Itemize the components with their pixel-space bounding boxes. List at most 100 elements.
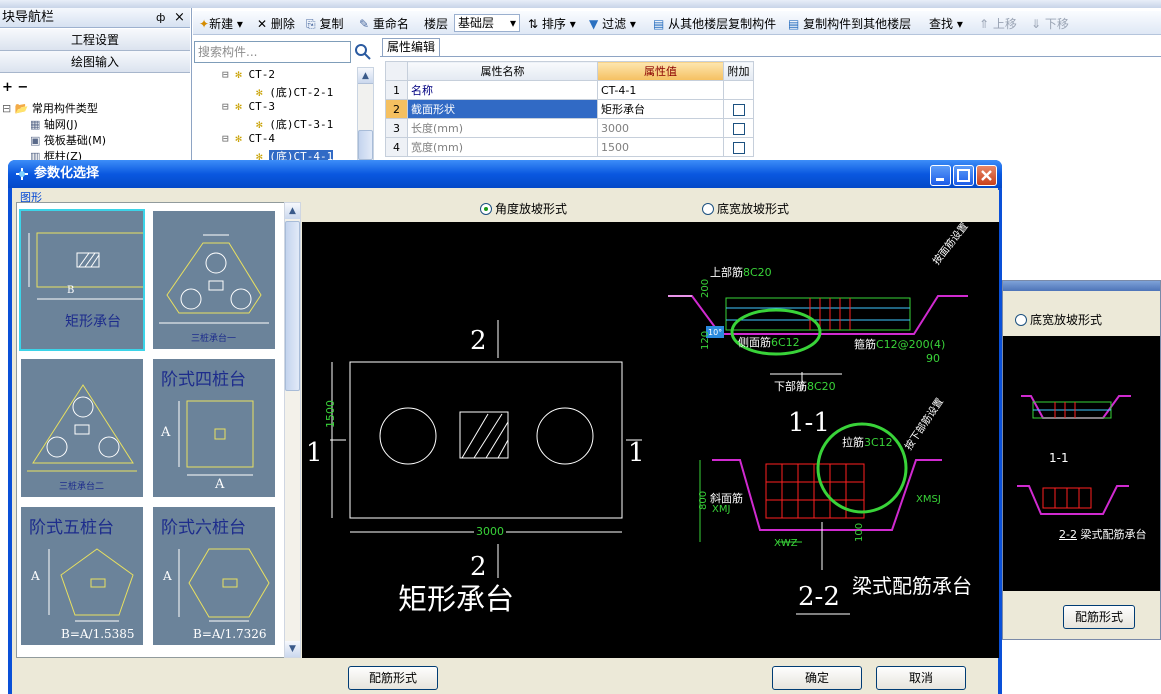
top-rebar-text: 上部筋 [710,266,743,279]
property-value[interactable]: 3000 [597,118,724,138]
search-input[interactable]: 搜索构件... [194,41,351,63]
header-extra: 附加 [723,61,754,81]
maximize-icon [957,169,970,182]
dim-800-label: 800 [698,490,709,510]
filter-label: 过滤 [602,17,627,31]
bg-rebar-button[interactable]: 配筋形式 [1063,605,1135,629]
sort-button[interactable]: ⇅ 排序 ▾ [528,15,576,32]
close-icon[interactable]: × [174,8,185,28]
property-value[interactable]: 矩形承台 [597,99,724,119]
copy-to-floor-button[interactable]: ▤ 复制构件到其他楼层 [788,15,911,32]
bg-radio-label: 底宽放坡形式 [1030,313,1103,327]
maximize-button[interactable] [953,165,974,186]
tree-node-ct3-1[interactable]: ✻ (底)CT-3-1 [256,116,333,132]
nav-button-project-settings[interactable]: 工程设置 [0,29,190,51]
tree-node-ct3[interactable]: ⊟ ✻ CT-3 [222,100,275,113]
table-row[interactable]: 4 宽度(mm) 1500 [385,137,754,157]
scroll-thumb[interactable] [285,221,300,391]
radio-width-slope[interactable]: 底宽放坡形式 [702,200,789,217]
bg-section-1-label: 1-1 [1049,451,1069,465]
pin-icon[interactable]: ф [156,8,165,28]
tree-node-ct4[interactable]: ⊟ ✻ CT-4 [222,132,275,145]
hoop-label: 箍筋C12@200(4) [854,336,945,352]
tree-node-ct2[interactable]: ⊟ ✻ CT-2 [222,68,275,81]
minimize-button[interactable] [930,165,951,186]
three-pile-2-shape [27,384,137,472]
section-2-2-title: 2-2 [798,582,840,612]
copy-label: 复制 [319,17,344,31]
property-value[interactable]: CT-4-1 [597,80,724,100]
component-tree: ⊟ ✻ CT-2 ✻ (底)CT-2-1 ⊟ ✻ CT-3 ✻ (底)CT-3-… [194,66,356,166]
property-value[interactable]: 1500 [597,137,724,157]
extra-checkbox-cell [723,137,754,157]
radio-label: 角度放坡形式 [495,202,568,216]
checkbox[interactable] [732,141,745,154]
radio-button[interactable] [702,203,714,215]
shape-step-four-pile[interactable]: 阶式四桩台 A A [151,357,277,499]
scroll-up-icon[interactable]: ▲ [285,203,300,219]
header-index [385,61,408,81]
shape-step-six-pile[interactable]: 阶式六桩台 A B=A/1.7326 [151,505,277,647]
checkbox[interactable] [732,122,745,135]
search-icon[interactable] [353,42,373,62]
plan-title: 矩形承台 [398,582,515,616]
close-button[interactable] [976,165,997,186]
cad-preview-canvas: 2 2 1 1 1500 3000 矩形承台 上部筋8C20 侧面筋6C12 1… [302,221,999,658]
shape-three-pile-1[interactable]: 三桩承台一 [151,209,277,351]
scroll-down-icon[interactable]: ▼ [285,641,300,657]
floor-select[interactable]: 基础层 ▾ [454,14,520,32]
shape-rect-cap[interactable]: B 矩形承台 [19,209,146,351]
rename-button[interactable]: ✎ 重命名 [359,15,409,32]
delete-button[interactable]: ✕ 删除 [257,15,295,32]
tree-scrollbar[interactable]: ▲ [357,67,374,167]
table-row[interactable]: 1 名称 CT-4-1 [385,80,754,100]
width-dim-label: 3000 [474,525,506,538]
tie-rebar-value: 3C12 [864,436,893,449]
tree-root[interactable]: ⊟ 📂 常用构件类型 [0,101,190,117]
tab-property-edit[interactable]: 属性编辑 [382,38,440,56]
hoop-value: C12@200(4) [876,338,946,351]
copy-button[interactable]: ⎘ 复制 [306,15,343,32]
tree-item-raft[interactable]: ▣ 筏板基础(M) [0,133,190,149]
tree-node-label: CT-4 [248,132,276,145]
shape-three-pile-2[interactable]: 三桩承台二 [19,357,145,499]
copy-from-floor-button[interactable]: ▤ 从其他楼层复制构件 [653,15,776,32]
dialog-app-icon [15,167,29,181]
nav-button-drawing-input[interactable]: 绘图输入 [0,51,190,73]
radio-angle-slope[interactable]: 角度放坡形式 [480,200,567,217]
property-name: 长度(mm) [407,118,598,138]
scroll-thumb[interactable] [358,130,373,160]
table-row[interactable]: 2 截面形状 矩形承台 [385,99,754,119]
filter-button[interactable]: ▼ 过滤 ▾ [589,15,636,32]
move-up-button[interactable]: ⇑ 上移 [979,15,1017,32]
find-button[interactable]: 查找 ▾ [929,15,963,32]
new-button[interactable]: ✦新建 ▾ [199,15,243,32]
extra-checkbox-cell [723,99,754,119]
radio-button-selected[interactable] [480,203,492,215]
bg-radio-width[interactable]: 底宽放坡形式 [1015,311,1102,328]
copy-from-label: 从其他楼层复制构件 [668,17,777,31]
row-index: 3 [385,118,408,138]
scroll-up-icon[interactable]: ▲ [358,68,373,84]
thumb-caption: 三桩承台二 [59,482,105,492]
thumb-formula: B=A/1.5385 [61,627,135,641]
thumb-caption: 三桩承台一 [191,334,237,344]
shape-thumbnail-list: B 矩形承台 三桩承台一 三桩承台二 阶式四桩台 A A 阶式五桩台 A B=A… [16,202,286,658]
xmj-label: XMJ [712,504,731,515]
expand-collapse-icons[interactable]: + − [2,80,28,95]
table-row[interactable]: 3 长度(mm) 3000 [385,118,754,138]
table-header-row: 属性名称 属性值 附加 [385,61,754,81]
tree-item-axis[interactable]: ▦ 轴网(J) [0,117,190,133]
tree-node-ct2-1[interactable]: ✻ (底)CT-2-1 [256,84,333,100]
move-down-button[interactable]: ⇓ 下移 [1031,15,1069,32]
cancel-button[interactable]: 取消 [876,666,966,690]
radio-button[interactable] [1015,314,1027,326]
tree-node-label: (底)CT-2-1 [269,86,334,99]
checkbox[interactable] [732,103,745,116]
thumbnail-scrollbar[interactable]: ▲ ▼ [284,202,301,658]
ok-button[interactable]: 确定 [772,666,862,690]
shape-step-five-pile[interactable]: 阶式五桩台 A B=A/1.5385 [19,505,145,647]
dialog-titlebar: 参数化选择 [8,160,1002,188]
rebar-form-button[interactable]: 配筋形式 [348,666,438,690]
top-rebar-value: 8C20 [743,266,772,279]
